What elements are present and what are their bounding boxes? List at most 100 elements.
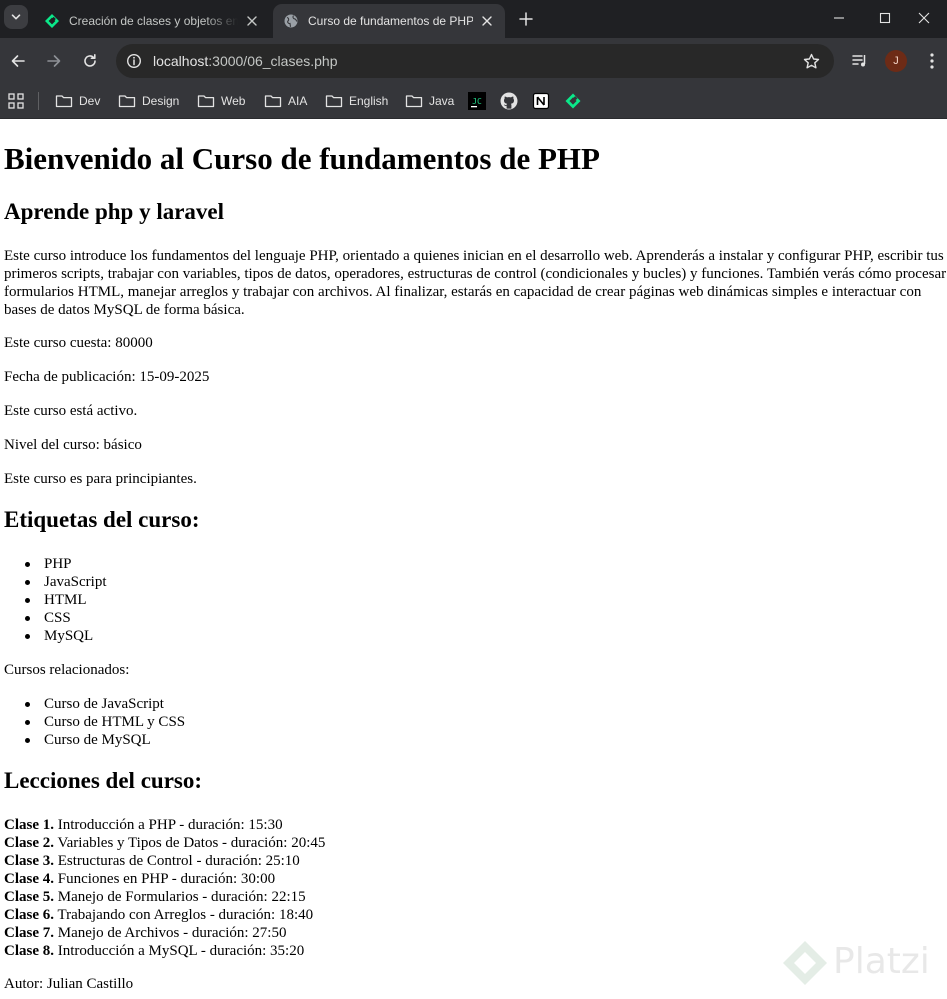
tab-curso-fundamentos-php[interactable]: Curso de fundamentos de PHP — [273, 4, 505, 38]
related-course-item: Curso de MySQL — [0, 731, 185, 749]
svg-text:JC: JC — [472, 97, 482, 106]
tags-heading: Etiquetas del curso: — [4, 507, 200, 532]
watermark-text: Platzi — [833, 941, 930, 982]
related-courses-list: Curso de JavaScript Curso de HTML y CSS … — [0, 695, 185, 749]
bookmark-folder-english[interactable]: English — [325, 89, 388, 113]
lesson-number: Clase 6. — [4, 907, 54, 923]
bookmark-label: Web — [221, 94, 246, 108]
profile-avatar[interactable]: J — [885, 50, 907, 72]
forward-button[interactable] — [42, 49, 66, 73]
tag-item: MySQL — [0, 627, 106, 645]
bookmark-folder-dev[interactable]: Dev — [55, 89, 100, 113]
page-title: Bienvenido al Curso de fundamentos de PH… — [4, 141, 600, 176]
browser-toolbar: localhost:3000/06_clases.php J — [0, 38, 947, 84]
tab-strip: Creación de clases y objetos en PHP Curs… — [0, 0, 947, 38]
page-subtitle: Aprende php y laravel — [4, 199, 225, 224]
platzi-logo-icon — [783, 941, 827, 985]
close-tab-icon[interactable] — [244, 13, 260, 29]
tags-list: PHP JavaScript HTML CSS MySQL — [0, 555, 106, 645]
bookmark-label: English — [349, 94, 389, 108]
related-label: Cursos relacionados: — [4, 662, 130, 678]
bookmark-label: Design — [142, 94, 180, 108]
course-level: Nivel del curso: básico — [4, 437, 142, 453]
bookmark-folder-aia[interactable]: AIA — [264, 89, 307, 113]
folder-icon — [118, 95, 136, 108]
course-price: Este curso cuesta: 80000 — [4, 335, 153, 351]
folder-icon — [264, 95, 282, 108]
bookmark-label: Java — [429, 94, 455, 108]
new-tab-button[interactable] — [515, 8, 537, 30]
lesson-text: Manejo de Formularios - duración: 22:15 — [54, 889, 306, 905]
bookmarks-bar: Dev Design Web AIA English Java JC — [0, 84, 947, 119]
tag-item: JavaScript — [0, 573, 106, 591]
bookmark-folder-web[interactable]: Web — [197, 89, 245, 113]
address-bar[interactable]: localhost:3000/06_clases.php — [116, 44, 834, 78]
lesson-text: Estructuras de Control - duración: 25:10 — [54, 853, 300, 869]
lesson-number: Clase 1. — [4, 817, 54, 833]
lesson-text: Manejo de Archivos - duración: 27:50 — [54, 925, 287, 941]
lesson-item: Clase 7. Manejo de Archivos - duración: … — [4, 924, 325, 942]
reload-button[interactable] — [78, 49, 102, 73]
close-icon — [918, 12, 930, 24]
lesson-item: Clase 1. Introducción a PHP - duración: … — [4, 816, 325, 834]
lesson-number: Clase 8. — [4, 943, 54, 959]
lesson-text: Trabajando con Arreglos - duración: 18:4… — [54, 907, 314, 923]
related-course-item: Curso de HTML y CSS — [0, 713, 185, 731]
folder-icon — [405, 95, 423, 108]
lesson-text: Variables y Tipos de Datos - duración: 2… — [54, 835, 326, 851]
site-info-icon[interactable] — [124, 51, 144, 71]
minimize-icon — [834, 17, 844, 19]
folder-icon — [325, 95, 343, 108]
tag-item: HTML — [0, 591, 106, 609]
related-course-item: Curso de JavaScript — [0, 695, 185, 713]
lesson-item: Clase 8. Introducción a MySQL - duración… — [4, 942, 325, 960]
bookmark-star-icon[interactable] — [802, 52, 820, 70]
tab-title: Curso de fundamentos de PHP — [308, 14, 473, 28]
bookmark-label: AIA — [288, 94, 308, 108]
course-audience: Este curso es para principiantes. — [4, 471, 197, 487]
arrow-right-icon — [47, 55, 61, 67]
course-status: Este curso está activo. — [4, 403, 138, 419]
course-description: Este curso introduce los fundamentos del… — [4, 248, 947, 318]
back-button[interactable] — [6, 49, 30, 73]
lesson-item: Clase 6. Trabajando con Arreglos - durac… — [4, 906, 325, 924]
media-controls-button[interactable] — [848, 49, 872, 73]
lessons-list: Clase 1. Introducción a PHP - duración: … — [4, 816, 325, 960]
more-vert-icon — [930, 53, 934, 69]
platzi-icon[interactable] — [564, 92, 582, 110]
close-window-button[interactable] — [901, 0, 947, 36]
tab-title: Creación de clases y objetos en PHP — [69, 14, 238, 28]
notion-icon[interactable] — [532, 92, 550, 110]
bookmark-label: Dev — [79, 94, 101, 108]
plus-icon — [519, 12, 533, 26]
url-host: localhost — [153, 53, 209, 69]
tag-item: PHP — [0, 555, 106, 573]
tab-clases-objetos[interactable]: Creación de clases y objetos en PHP — [34, 4, 270, 38]
lesson-text: Introducción a PHP - duración: 15:30 — [54, 817, 283, 833]
jc-icon[interactable]: JC — [468, 92, 486, 110]
platzi-watermark: Platzi — [781, 937, 941, 991]
lesson-text: Funciones en PHP - duración: 30:00 — [54, 871, 276, 887]
lesson-item: Clase 2. Variables y Tipos de Datos - du… — [4, 834, 325, 852]
maximize-icon — [879, 12, 891, 24]
lesson-number: Clase 4. — [4, 871, 54, 887]
url-path: :3000/06_clases.php — [208, 53, 338, 69]
github-icon[interactable] — [500, 92, 518, 110]
page-content: Bienvenido al Curso de fundamentos de PH… — [0, 119, 947, 999]
reload-icon — [84, 54, 96, 67]
lesson-item: Clase 3. Estructuras de Control - duraci… — [4, 852, 325, 870]
tab-search-button[interactable] — [4, 5, 28, 29]
globe-icon — [284, 14, 298, 28]
close-tab-icon[interactable] — [479, 13, 495, 29]
apps-grid-icon[interactable] — [7, 92, 25, 110]
lesson-number: Clase 3. — [4, 853, 54, 869]
lesson-number: Clase 7. — [4, 925, 54, 941]
course-publish-date: Fecha de publicación: 15-09-2025 — [4, 369, 210, 385]
folder-icon — [197, 95, 215, 108]
bookmark-folder-design[interactable]: Design — [118, 89, 179, 113]
url-text[interactable]: localhost:3000/06_clases.php — [153, 53, 337, 69]
bookmark-folder-java[interactable]: Java — [405, 89, 454, 113]
browser-menu-button[interactable] — [920, 49, 944, 73]
platzi-icon — [45, 14, 59, 28]
minimize-button[interactable] — [816, 0, 862, 36]
